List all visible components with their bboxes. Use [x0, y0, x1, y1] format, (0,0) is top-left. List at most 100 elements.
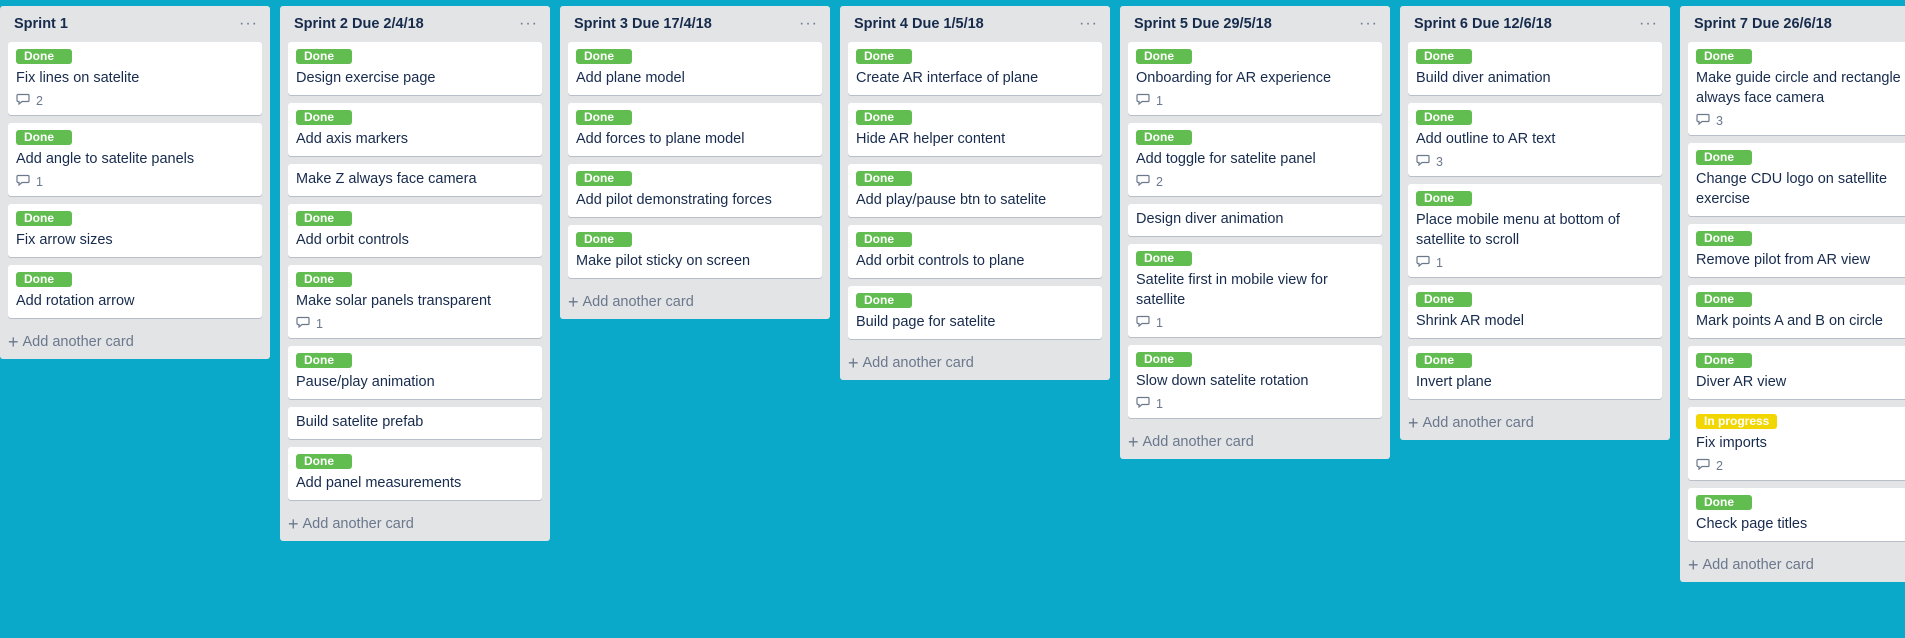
list-menu-icon[interactable]: ···	[1639, 16, 1658, 32]
card[interactable]: Done Design exercise page	[288, 42, 542, 95]
comment-count: 1	[316, 316, 323, 331]
card[interactable]: Done Slow down satelite rotation 1	[1128, 345, 1382, 418]
card[interactable]: Design diver animation	[1128, 204, 1382, 236]
card[interactable]: Done Fix lines on satelite 2	[8, 42, 262, 115]
card[interactable]: Build satelite prefab	[288, 407, 542, 439]
add-card-button[interactable]: + Add another card	[288, 512, 542, 535]
card-label: Done	[576, 49, 632, 64]
card-title: Onboarding for AR experience	[1136, 70, 1332, 86]
card[interactable]: Done Add forces to plane model	[568, 103, 822, 156]
list-title[interactable]: Sprint 3 Due 17/4/18	[574, 16, 712, 32]
list-menu-icon[interactable]: ···	[519, 16, 538, 32]
card[interactable]: Done Pause/play animation	[288, 346, 542, 399]
add-card-button[interactable]: + Add another card	[8, 330, 262, 353]
add-card-label: Add another card	[1142, 434, 1254, 450]
comment-icon	[1696, 113, 1710, 128]
card-label: Done	[296, 110, 352, 125]
card-title: Make pilot sticky on screen	[576, 253, 751, 269]
list-menu-icon[interactable]: ···	[1079, 16, 1098, 32]
card-label: Done	[1696, 49, 1752, 64]
list-title[interactable]: Sprint 5 Due 29/5/18	[1134, 16, 1272, 32]
plus-icon: +	[848, 353, 859, 373]
card[interactable]: Done Make pilot sticky on screen	[568, 225, 822, 278]
card[interactable]: Done Place mobile menu at bottom of satel…	[1408, 184, 1662, 277]
add-card-label: Add another card	[22, 334, 134, 350]
add-card-label: Add another card	[582, 294, 694, 310]
card[interactable]: Done Add outline to AR text 3	[1408, 103, 1662, 176]
card-title: Design exercise page	[296, 70, 436, 86]
list-title[interactable]: Sprint 4 Due 1/5/18	[854, 16, 984, 32]
card-list: Done Fix lines on satelite 2 Done Add angle …	[8, 42, 262, 318]
card[interactable]: Done Make guide circle and rectangle alwa…	[1688, 42, 1905, 135]
card[interactable]: Done Add pilot demonstrating forces	[568, 164, 822, 217]
card[interactable]: In progress Fix imports 2	[1688, 407, 1905, 480]
card[interactable]: Done Mark points A and B on circle	[1688, 285, 1905, 338]
card-title: Add panel measurements	[296, 475, 462, 491]
list-title[interactable]: Sprint 7 Due 26/6/18	[1694, 16, 1832, 32]
comment-count: 2	[1156, 174, 1163, 189]
card[interactable]: Done Hide AR helper content	[848, 103, 1102, 156]
card[interactable]: Done Add panel measurements	[288, 447, 542, 500]
card[interactable]: Done Build diver animation	[1408, 42, 1662, 95]
card[interactable]: Done Add play/pause btn to satelite	[848, 164, 1102, 217]
add-card-button[interactable]: + Add another card	[848, 351, 1102, 374]
list-menu-icon[interactable]: ···	[799, 16, 818, 32]
comment-count: 1	[1156, 315, 1163, 330]
card[interactable]: Done Onboarding for AR experience 1	[1128, 42, 1382, 115]
card[interactable]: Done Build page for satelite	[848, 286, 1102, 339]
card[interactable]: Done Add orbit controls	[288, 204, 542, 257]
card[interactable]: Make Z always face camera	[288, 164, 542, 196]
comment-badge: 1	[296, 316, 534, 331]
list-title[interactable]: Sprint 6 Due 12/6/18	[1414, 16, 1552, 32]
add-card-button[interactable]: + Add another card	[1408, 411, 1662, 434]
card[interactable]: Done Add orbit controls to plane	[848, 225, 1102, 278]
list-title[interactable]: Sprint 1	[14, 16, 68, 32]
add-card-label: Add another card	[302, 516, 414, 532]
card[interactable]: Done Invert plane	[1408, 346, 1662, 399]
card[interactable]: Done Remove pilot from AR view	[1688, 224, 1905, 277]
list: Sprint 1 ··· Done Fix lines on satelite 2 Don…	[0, 6, 270, 359]
card[interactable]: Done Add angle to satelite panels 1	[8, 123, 262, 196]
comment-icon	[1696, 458, 1710, 473]
add-card-button[interactable]: + Add another card	[1128, 430, 1382, 453]
list-menu-icon[interactable]: ···	[1359, 16, 1378, 32]
comment-badge: 3	[1416, 154, 1654, 169]
card-label: Done	[856, 49, 912, 64]
plus-icon: +	[1408, 413, 1419, 433]
card[interactable]: Done Change CDU logo on satellite exercis…	[1688, 143, 1905, 216]
add-card-button[interactable]: + Add another card	[1688, 553, 1905, 576]
card[interactable]: Done Add rotation arrow	[8, 265, 262, 318]
comment-icon	[1416, 255, 1430, 270]
add-card-button[interactable]: + Add another card	[568, 290, 822, 313]
list-menu-icon[interactable]: ···	[239, 16, 258, 32]
card-label: Done	[856, 171, 912, 186]
comment-count: 2	[1716, 458, 1723, 473]
card-label: Done	[1416, 49, 1472, 64]
list: Sprint 2 Due 2/4/18 ··· Done Design exercis…	[280, 6, 550, 541]
list-title[interactable]: Sprint 2 Due 2/4/18	[294, 16, 424, 32]
comment-badge: 1	[16, 174, 254, 189]
card[interactable]: Done Add plane model	[568, 42, 822, 95]
card[interactable]: Done Shrink AR model	[1408, 285, 1662, 338]
card[interactable]: Done Satelite first in mobile view for sa…	[1128, 244, 1382, 337]
card-label: Done	[296, 353, 352, 368]
card-label: Done	[1416, 110, 1472, 125]
board: Sprint 1 ··· Done Fix lines on satelite 2 Don…	[0, 0, 1905, 638]
card-label: Done	[576, 171, 632, 186]
card[interactable]: Done Diver AR view	[1688, 346, 1905, 399]
card-title: Diver AR view	[1696, 374, 1787, 390]
card[interactable]: Done Add toggle for satelite panel 2	[1128, 123, 1382, 196]
card[interactable]: Done Check page titles	[1688, 488, 1905, 541]
comment-badge: 2	[1136, 174, 1374, 189]
list-header: Sprint 3 Due 17/4/18 ···	[568, 6, 822, 42]
card[interactable]: Done Create AR interface of plane	[848, 42, 1102, 95]
comment-icon	[16, 174, 30, 189]
card[interactable]: Done Make solar panels transparent 1	[288, 265, 542, 338]
card-title: Add plane model	[576, 70, 685, 86]
card[interactable]: Done Add axis markers	[288, 103, 542, 156]
card[interactable]: Done Fix arrow sizes	[8, 204, 262, 257]
add-card-label: Add another card	[1422, 415, 1534, 431]
card-label: Done	[576, 232, 632, 247]
comment-icon	[1136, 315, 1150, 330]
card-list: Done Create AR interface of plane Done Hide…	[848, 42, 1102, 339]
